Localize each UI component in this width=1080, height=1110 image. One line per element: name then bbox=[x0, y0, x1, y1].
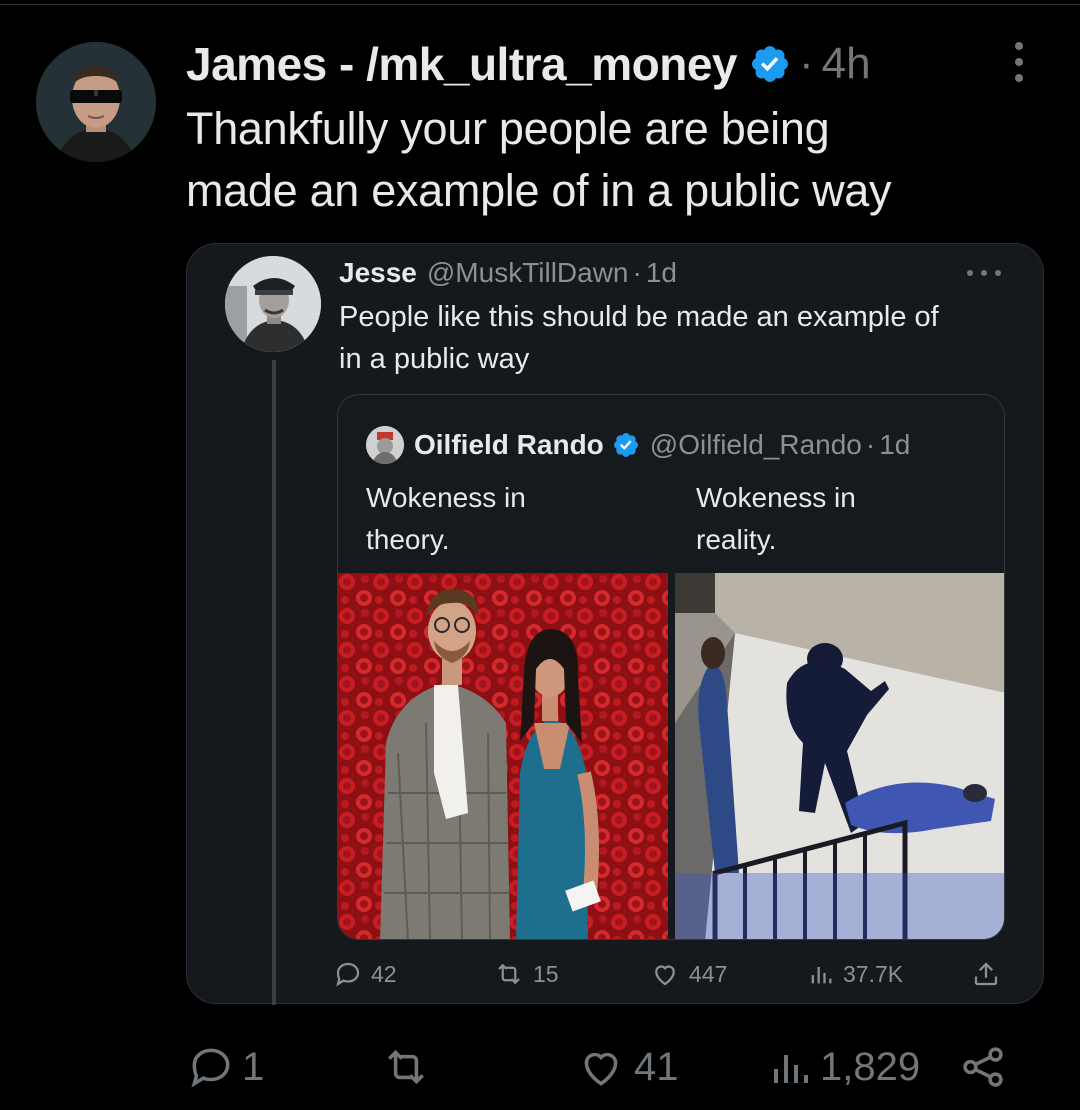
tweet-text-line: made an example of in a public way bbox=[186, 165, 892, 216]
more-icon[interactable] bbox=[1006, 42, 1032, 82]
quoted-author-name[interactable]: Jesse bbox=[339, 257, 417, 289]
author-name[interactable]: James - /mk_ultra_money bbox=[186, 37, 738, 91]
views-icon bbox=[811, 967, 832, 984]
reply-icon bbox=[336, 962, 360, 987]
quoted-tweet-header: Jesse @MuskTillDawn · 1d bbox=[339, 256, 677, 290]
inner-tweet-time[interactable]: 1d bbox=[879, 429, 910, 461]
caption-left: Wokeness in theory. bbox=[366, 477, 626, 561]
time-separator: · bbox=[632, 257, 642, 288]
like-icon bbox=[584, 1052, 618, 1086]
quoted-reply-button[interactable]: 42 bbox=[333, 956, 397, 992]
views-button[interactable]: 1,829 bbox=[766, 1036, 920, 1098]
tweet-time[interactable]: 4h bbox=[822, 39, 871, 89]
caption-right: Wokeness in reality. bbox=[696, 477, 956, 561]
quoted-like-button[interactable]: 447 bbox=[649, 956, 727, 992]
repost-icon bbox=[498, 963, 520, 985]
views-count: 37.7K bbox=[843, 960, 904, 987]
inner-author-name[interactable]: Oilfield Rando bbox=[414, 429, 604, 461]
like-count: 447 bbox=[689, 960, 728, 987]
inner-author-avatar[interactable] bbox=[366, 426, 404, 464]
inner-tweet-header: Oilfield Rando @Oilfield_Rando · 1d bbox=[366, 425, 910, 465]
like-count: 41 bbox=[634, 1044, 679, 1089]
repost-icon bbox=[388, 1049, 424, 1085]
quoted-tweet-time[interactable]: 1d bbox=[646, 257, 677, 289]
like-button[interactable]: 41 bbox=[574, 1036, 679, 1098]
quoted-action-bar: 42 15 447 37.7K bbox=[187, 956, 1045, 992]
quoted-tweet-text: People like this should be made an examp… bbox=[339, 296, 1019, 380]
share-icon bbox=[974, 962, 998, 986]
reply-button[interactable]: 1 bbox=[186, 1036, 264, 1098]
time-separator: · bbox=[799, 39, 814, 88]
caption-line: theory. bbox=[366, 524, 450, 555]
views-count: 1,829 bbox=[820, 1044, 921, 1089]
author-avatar[interactable] bbox=[36, 42, 156, 162]
quoted-text-line: in a public way bbox=[339, 343, 530, 375]
share-button[interactable] bbox=[958, 1036, 1014, 1098]
tweet-text: Thankfully your people are being made an… bbox=[186, 98, 1046, 222]
quoted-tweet-card[interactable]: Jesse @MuskTillDawn · 1d People like thi… bbox=[186, 243, 1045, 1005]
thread-line bbox=[272, 360, 276, 1005]
more-icon[interactable] bbox=[967, 270, 1001, 278]
inner-author-handle[interactable]: @Oilfield_Rando bbox=[650, 429, 862, 461]
caption-line: reality. bbox=[696, 524, 777, 555]
caption-line: Wokeness in bbox=[696, 482, 856, 513]
top-divider bbox=[0, 4, 1080, 5]
quoted-text-line: People like this should be made an examp… bbox=[339, 301, 939, 333]
quoted-repost-button[interactable]: 15 bbox=[493, 956, 559, 992]
photo-right[interactable] bbox=[675, 573, 1004, 939]
repost-button[interactable] bbox=[378, 1036, 440, 1098]
share-icon bbox=[963, 1047, 1003, 1087]
like-icon bbox=[655, 965, 675, 986]
action-bar: 1 41 1,829 bbox=[0, 1036, 1080, 1098]
inner-quoted-tweet-card[interactable]: Oilfield Rando @Oilfield_Rando · 1d Woke… bbox=[337, 394, 1005, 940]
reply-icon bbox=[191, 1048, 230, 1088]
quoted-share-button[interactable] bbox=[971, 956, 1009, 992]
time-separator: · bbox=[865, 429, 876, 460]
verified-icon bbox=[752, 46, 788, 82]
quoted-author-handle[interactable]: @MuskTillDawn bbox=[427, 257, 629, 289]
quoted-views-button[interactable]: 37.7K bbox=[807, 956, 903, 992]
repost-count: 15 bbox=[533, 960, 559, 987]
photo-left[interactable] bbox=[338, 573, 668, 939]
reply-count: 1 bbox=[242, 1044, 265, 1089]
tweet-header: James - /mk_ultra_money · 4h bbox=[186, 36, 1006, 92]
tweet-text-line: Thankfully your people are being bbox=[186, 103, 830, 154]
views-icon bbox=[774, 1055, 808, 1083]
verified-icon bbox=[613, 433, 638, 457]
quoted-author-avatar[interactable] bbox=[225, 256, 321, 352]
caption-line: Wokeness in bbox=[366, 482, 526, 513]
reply-count: 42 bbox=[371, 960, 397, 987]
